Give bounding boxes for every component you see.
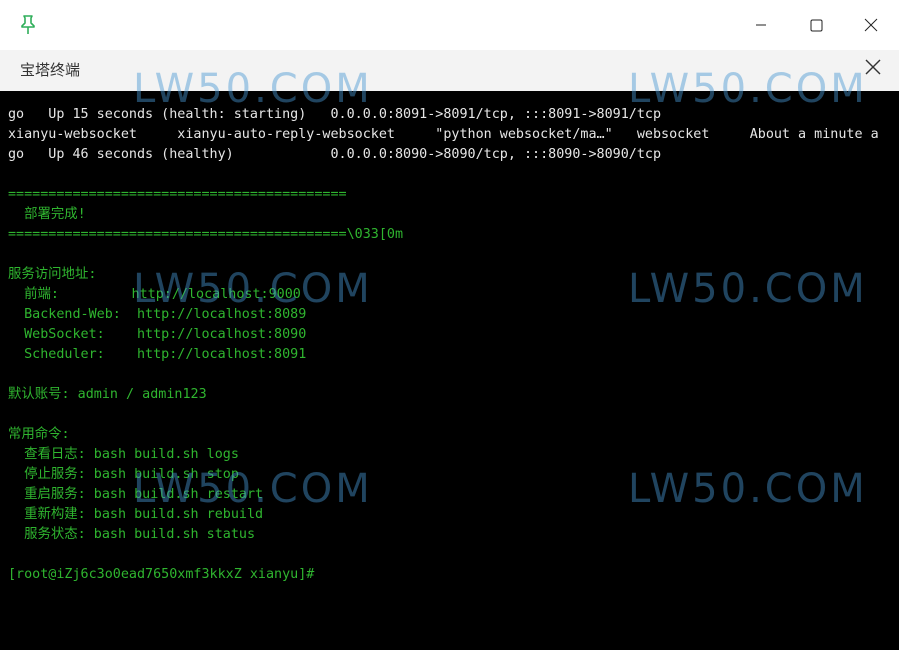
- tab-title[interactable]: 宝塔终端: [20, 59, 80, 80]
- maximize-icon: [810, 19, 823, 32]
- terminal-line: ========================================…: [8, 187, 347, 202]
- close-icon: [864, 18, 878, 32]
- terminal-line: 服务访问地址:: [8, 267, 97, 282]
- terminal-line: go Up 46 seconds (healthy) 0.0.0.0:8090-…: [8, 147, 662, 162]
- terminal-line: 重新构建: bash build.sh rebuild: [8, 507, 264, 522]
- terminal-line: 服务状态: bash build.sh status: [8, 527, 256, 542]
- terminal-line: 停止服务: bash build.sh stop: [8, 467, 239, 482]
- terminal-line: 查看日志: bash build.sh logs: [8, 447, 239, 462]
- terminal-line: xianyu-websocket xianyu-auto-reply-webso…: [8, 127, 879, 142]
- window-titlebar: [0, 0, 899, 50]
- terminal-line: WebSocket: http://localhost:8090: [8, 327, 307, 342]
- maximize-button[interactable]: [793, 0, 839, 50]
- terminal-line: ========================================…: [8, 227, 404, 242]
- minimize-button[interactable]: [738, 0, 784, 50]
- terminal-line: 常用命令:: [8, 427, 70, 442]
- window-close-button[interactable]: [848, 0, 894, 50]
- terminal-output[interactable]: go Up 15 seconds (health: starting) 0.0.…: [0, 91, 899, 650]
- tab-close-button[interactable]: [862, 56, 884, 78]
- terminal-line: go Up 15 seconds (health: starting) 0.0.…: [8, 107, 662, 122]
- terminal-line: 默认账号: admin / admin123: [8, 387, 207, 402]
- terminal-line: Backend-Web: http://localhost:8089: [8, 307, 307, 322]
- terminal-line: 前端: http://localhost:9000: [8, 287, 301, 302]
- terminal-line: 部署完成!: [8, 207, 86, 222]
- terminal-line: Scheduler: http://localhost:8091: [8, 347, 307, 362]
- terminal-line: [root@iZj6c3o0ead7650xmf3kkxZ xianyu]#: [8, 567, 315, 582]
- close-icon: [862, 59, 884, 82]
- terminal-tab-bar: 宝塔终端: [0, 50, 899, 91]
- pin-icon[interactable]: [17, 14, 39, 36]
- minimize-icon: [755, 19, 767, 31]
- terminal-line: 重启服务: bash build.sh restart: [8, 487, 264, 502]
